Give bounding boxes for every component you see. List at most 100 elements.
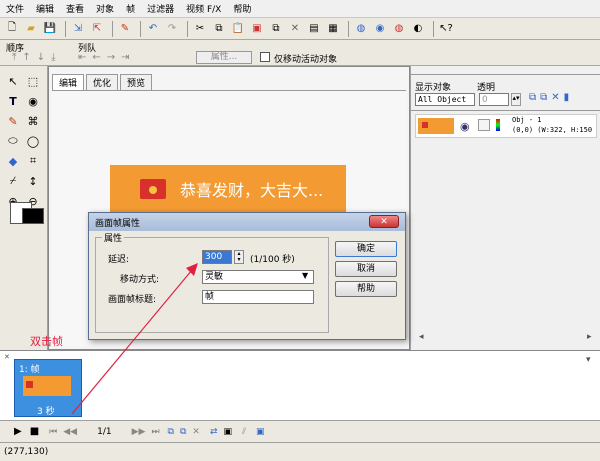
play-icon[interactable]: ▶ (14, 426, 22, 437)
chevron-down-icon[interactable]: ▼ (302, 271, 308, 280)
collapse-icon[interactable]: ✕ (4, 353, 10, 361)
delay-spinner[interactable]: ▴ ▾ (234, 250, 244, 264)
reverse-frames-icon[interactable]: ⇄ (210, 427, 218, 437)
paint-icon[interactable]: ✎ (117, 21, 133, 37)
stop-icon[interactable]: ■ (30, 426, 39, 437)
separator (433, 20, 434, 37)
objects-select[interactable]: All Object (415, 93, 475, 106)
import-icon[interactable]: ⇲ (70, 21, 86, 37)
move-active-checkbox[interactable] (260, 52, 270, 62)
lock-box[interactable] (478, 119, 490, 131)
redo-icon[interactable]: ↷ (164, 21, 180, 37)
frames-icon[interactable]: ▤ (306, 21, 322, 37)
open-folder-icon[interactable]: ▰ (23, 21, 39, 37)
move-select[interactable]: 灵敏 (202, 270, 314, 284)
status-bar: (277,130) (0, 442, 600, 461)
paste-icon[interactable]: 📋 (230, 21, 246, 37)
frame-label: 1: 帧 (19, 365, 40, 375)
preview-icon[interactable]: ◉ (372, 21, 388, 37)
copy-icon[interactable]: ⧉ (211, 21, 227, 37)
close-icon[interactable]: ✕ (369, 215, 399, 228)
export-frame-icon[interactable]: ▣ (256, 427, 265, 437)
select-icon[interactable]: ⬚ (24, 72, 42, 90)
crop-icon[interactable]: ⌗ (24, 152, 42, 170)
menu-bar: 文件 编辑 查看 对象 帧 过滤器 视频 F/X 帮助 (0, 0, 600, 18)
tab-optimize[interactable]: 优化 (86, 74, 119, 90)
secondary-toolbar: 顺序 列队 ⤒↑↓⤓ ⇤←→⇥ 属性... 仅移动活动对象 (0, 40, 600, 66)
scroll-left-icon[interactable]: ◂ (419, 332, 424, 342)
menu-frame[interactable]: 帧 (126, 2, 135, 15)
frame-props-icon[interactable]: ▣ (249, 21, 265, 37)
brush-icon[interactable]: ✎ (4, 112, 22, 130)
eyedropper-icon[interactable]: ⌿ (4, 172, 22, 190)
menu-help[interactable]: 帮助 (233, 2, 251, 15)
frame-duration: 3 秒 (37, 407, 55, 417)
frame-thumbnail[interactable]: 1: 帧 3 秒 (14, 359, 82, 417)
opacity-label: 透明 (477, 83, 496, 93)
cut-icon[interactable]: ✂ (192, 21, 208, 37)
web-icon[interactable]: ◍ (391, 21, 407, 37)
frame-title-input[interactable]: 帧 (202, 290, 314, 304)
tween-icon[interactable]: ⫽ (242, 427, 246, 437)
group-label: 属性 (102, 231, 125, 244)
delete-frame-icon[interactable]: ✕ (192, 427, 200, 437)
lasso-icon[interactable]: ⌘ (24, 112, 42, 130)
ok-button[interactable]: 确定 (335, 241, 397, 257)
order-arrows-icon[interactable]: ⤒↑↓⤓ (12, 52, 62, 63)
object-thumbnail (418, 118, 454, 134)
delay-input[interactable]: 300 (202, 250, 232, 264)
scroll-down-icon[interactable]: ▾ (586, 355, 591, 365)
fill-icon[interactable]: ◆ (4, 152, 22, 170)
last-frame-icon[interactable]: ⏭ (151, 427, 159, 437)
menu-view[interactable]: 查看 (66, 2, 84, 15)
delete-icon[interactable]: ✕ (287, 21, 303, 37)
frame-preview-image (23, 376, 71, 396)
save-icon[interactable]: 💾 (42, 21, 58, 37)
foreground-color-swatch[interactable] (22, 208, 44, 224)
object-info: (0,0) (W:322, H:150 (512, 126, 593, 134)
object-row[interactable]: ◉ Obj - 1 (0,0) (W:322, H:150 (415, 114, 597, 138)
help-pointer-icon[interactable]: ↖? (438, 21, 454, 37)
browser-icon[interactable]: ◍ (353, 21, 369, 37)
banner-image[interactable]: 恭喜发财，大吉大... (110, 165, 346, 213)
tab-edit[interactable]: 编辑 (52, 74, 85, 90)
new-file-icon[interactable]: 🗋 (4, 21, 20, 37)
menu-filter[interactable]: 过滤器 (147, 2, 174, 15)
frame-properties-dialog: 画面帧属性 ✕ 属性 延迟: 300 ▴ ▾ (1/100 秒) 移动方式: 灵敏… (88, 212, 406, 340)
opacity-spinner[interactable]: ▴▾ (511, 93, 521, 106)
undo-icon[interactable]: ↶ (145, 21, 161, 37)
target-icon[interactable]: ◉ (24, 92, 42, 110)
menu-object[interactable]: 对象 (96, 2, 114, 15)
menu-edit[interactable]: 编辑 (36, 2, 54, 15)
ellipse-select-icon[interactable]: ◯ (24, 132, 42, 150)
separator (140, 20, 141, 37)
dialog-titlebar: 画面帧属性 (89, 213, 405, 231)
help-button[interactable]: 帮助 (335, 281, 397, 297)
eraser-icon[interactable]: ⬭ (4, 132, 22, 150)
opacity-input[interactable]: 0 (479, 93, 509, 106)
cancel-button[interactable]: 取消 (335, 261, 397, 277)
duplicate-icon[interactable]: ⧉ (268, 21, 284, 37)
properties-button[interactable]: 属性... (196, 51, 252, 64)
next-frame-icon[interactable]: ▶▶ (132, 427, 146, 437)
menu-file[interactable]: 文件 (6, 2, 24, 15)
menu-video-fx[interactable]: 视频 F/X (186, 2, 221, 15)
export-icon[interactable]: ⇱ (89, 21, 105, 37)
resize-icon[interactable]: ↕ (24, 172, 42, 190)
add-frame-icon[interactable]: ⧉ (168, 427, 174, 437)
annotation-text: 双击帧 (30, 335, 63, 348)
grid-icon[interactable]: ▦ (325, 21, 341, 37)
first-frame-icon[interactable]: ⏮ (49, 427, 57, 437)
object-tools-icon[interactable]: ⧉⧉✕▮ (529, 92, 573, 103)
prev-frame-icon[interactable]: ◀◀ (63, 427, 77, 437)
scroll-right-icon[interactable]: ▸ (587, 332, 592, 342)
text-icon[interactable]: T (4, 92, 22, 110)
pointer-icon[interactable]: ↖ (4, 72, 22, 90)
eye-icon[interactable]: ◉ (460, 120, 470, 133)
settings-icon[interactable]: ◐ (410, 21, 426, 37)
playback-toolbar: ▶ ■ ⏮ ◀◀ 1/1 ▶▶ ⏭ ⧉ ⧉ ✕ ⇄ ▣ ⫽ ▣ (0, 420, 600, 442)
frame-props-icon[interactable]: ▣ (224, 427, 233, 437)
queue-arrows-icon[interactable]: ⇤←→⇥ (78, 52, 136, 63)
tab-preview[interactable]: 预览 (120, 74, 153, 90)
duplicate-frame-icon[interactable]: ⧉ (180, 427, 186, 437)
